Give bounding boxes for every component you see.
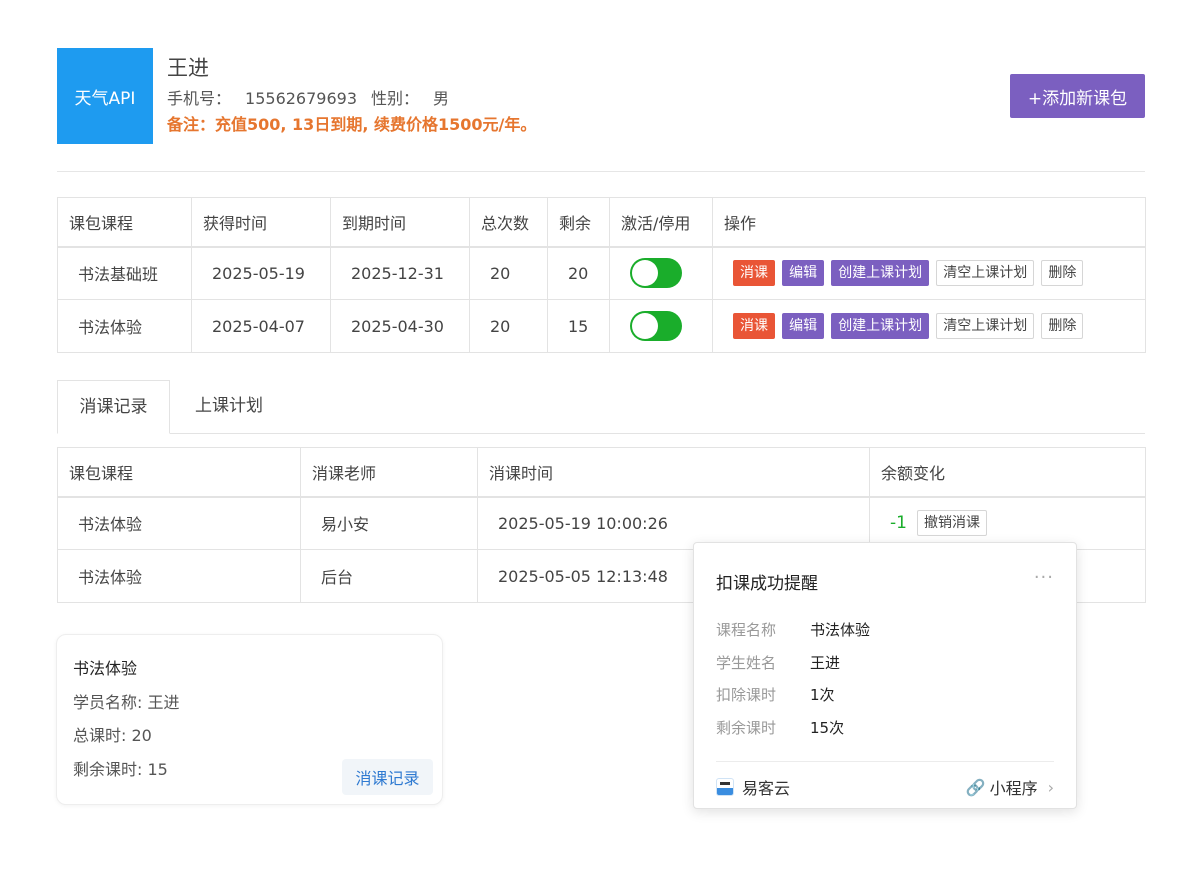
popup-key: 课程名称 bbox=[716, 621, 777, 639]
phone-value: 15562679693 bbox=[245, 89, 358, 108]
phone-label: 手机号 bbox=[167, 89, 216, 108]
cell-course: 书法基础班 bbox=[57, 246, 192, 300]
cell-actions: 消课 编辑 创建上课计划 清空上课计划 删除 bbox=[712, 246, 1146, 300]
cell-remaining: 20 bbox=[547, 246, 610, 300]
header-divider bbox=[57, 171, 1145, 172]
col-actions: 操作 bbox=[712, 197, 1146, 248]
toggle-knob bbox=[632, 260, 658, 287]
popup-row: 课程名称 书法体验 bbox=[716, 619, 870, 640]
cell-toggle bbox=[609, 246, 713, 300]
cell-course: 书法体验 bbox=[57, 549, 301, 603]
table-row: 书法体验 2025-04-07 2025-04-30 20 15 消课 编辑 创… bbox=[57, 299, 1146, 353]
add-package-button[interactable]: +添加新课包 bbox=[1010, 74, 1145, 118]
card-title: 书法体验 bbox=[73, 659, 138, 678]
create-plan-button[interactable]: 创建上课计划 bbox=[831, 313, 930, 339]
popup-key: 扣除课时 bbox=[716, 686, 777, 704]
clear-plan-button[interactable]: 清空上课计划 bbox=[936, 313, 1035, 339]
card-records-button[interactable]: 消课记录 bbox=[342, 759, 433, 795]
tab-consume-records[interactable]: 消课记录 bbox=[57, 380, 170, 434]
table-row: 书法基础班 2025-05-19 2025-12-31 20 20 消课 编辑 … bbox=[57, 246, 1146, 300]
col-active: 激活/停用 bbox=[609, 197, 713, 248]
popup-row: 学生姓名 王进 bbox=[716, 652, 840, 673]
cell-obtained: 2025-05-19 bbox=[191, 246, 331, 300]
cell-remaining: 15 bbox=[547, 299, 610, 353]
course-summary-card: 书法体验 学员名称: 王进 总课时: 20 剩余课时: 15 消课记录 bbox=[56, 634, 443, 805]
delete-button[interactable]: 删除 bbox=[1041, 260, 1084, 287]
edit-button[interactable]: 编辑 bbox=[782, 313, 825, 339]
brand-name: 易客云 bbox=[742, 779, 791, 798]
balance-change: -1 bbox=[890, 513, 907, 534]
col-course: 课包课程 bbox=[57, 197, 192, 248]
col-remaining: 剩余 bbox=[547, 197, 610, 248]
popup-row: 剩余课时 15次 bbox=[716, 717, 844, 738]
card-remaining: 剩余课时: 15 bbox=[73, 760, 168, 779]
popup-value: 书法体验 bbox=[810, 621, 871, 639]
chevron-right-icon: › bbox=[1047, 777, 1054, 797]
mini-program-label: 小程序 bbox=[989, 779, 1038, 798]
popup-value: 1次 bbox=[810, 686, 835, 704]
popup-brand: 易客云 bbox=[716, 775, 790, 799]
popup-title: 扣课成功提醒 bbox=[716, 574, 818, 594]
package-table: 课包课程 获得时间 到期时间 总次数 剩余 激活/停用 操作 书法基础班 202… bbox=[57, 197, 1146, 353]
phone-field: 手机号： 15562679693 bbox=[167, 89, 358, 108]
col-change: 余额变化 bbox=[869, 447, 1146, 498]
clear-plan-button[interactable]: 清空上课计划 bbox=[936, 260, 1035, 287]
consume-button[interactable]: 消课 bbox=[733, 260, 775, 287]
cell-course: 书法体验 bbox=[57, 496, 301, 550]
student-note: 备注：充值500, 13日到期, 续费价格1500元/年。 bbox=[167, 115, 537, 134]
popup-value: 王进 bbox=[810, 654, 841, 672]
record-table-header: 课包课程 消课老师 消课时间 余额变化 bbox=[57, 447, 1146, 498]
col-teacher: 消课老师 bbox=[300, 447, 478, 498]
link-icon: 🔗 bbox=[965, 777, 986, 797]
popup-key: 学生姓名 bbox=[716, 654, 777, 672]
more-icon[interactable]: ··· bbox=[1034, 567, 1054, 588]
student-name: 王进 bbox=[167, 56, 209, 80]
brand-logo-icon bbox=[716, 778, 734, 796]
col-obtained: 获得时间 bbox=[191, 197, 331, 248]
col-expires: 到期时间 bbox=[330, 197, 470, 248]
gender-field: 性别：男 bbox=[371, 89, 450, 108]
cell-actions: 消课 编辑 创建上课计划 清空上课计划 删除 bbox=[712, 299, 1146, 353]
active-toggle[interactable] bbox=[630, 258, 682, 289]
col-course: 课包课程 bbox=[57, 447, 301, 498]
tab-class-plan[interactable]: 上课计划 bbox=[170, 380, 288, 434]
cell-toggle bbox=[609, 299, 713, 353]
create-plan-button[interactable]: 创建上课计划 bbox=[831, 260, 930, 287]
cell-total: 20 bbox=[469, 246, 548, 300]
consume-button[interactable]: 消课 bbox=[733, 313, 775, 339]
card-student: 学员名称: 王进 bbox=[73, 693, 180, 712]
delete-button[interactable]: 删除 bbox=[1041, 313, 1084, 339]
col-time: 消课时间 bbox=[477, 447, 870, 498]
cell-teacher: 易小安 bbox=[300, 496, 478, 550]
cell-obtained: 2025-04-07 bbox=[191, 299, 331, 353]
deduction-notification: 扣课成功提醒 ··· 课程名称 书法体验 学生姓名 王进 扣除课时 1次 剩余课时 15… bbox=[693, 542, 1077, 809]
cell-total: 20 bbox=[469, 299, 548, 353]
edit-button[interactable]: 编辑 bbox=[782, 260, 825, 287]
avatar-text: 天气API bbox=[74, 88, 136, 109]
popup-row: 扣除课时 1次 bbox=[716, 684, 835, 705]
avatar: 天气API bbox=[57, 48, 153, 144]
cell-course: 书法体验 bbox=[57, 299, 192, 353]
mini-program-link[interactable]: 🔗 小程序 › bbox=[966, 775, 1054, 799]
gender-label: 性别 bbox=[371, 89, 404, 108]
popup-value: 15次 bbox=[810, 719, 845, 737]
card-total: 总课时: 20 bbox=[73, 726, 152, 745]
cell-expires: 2025-12-31 bbox=[330, 246, 470, 300]
col-total: 总次数 bbox=[469, 197, 548, 248]
active-toggle[interactable] bbox=[630, 311, 682, 341]
toggle-knob bbox=[632, 313, 658, 339]
student-info: 手机号： 15562679693 性别：男 bbox=[167, 85, 449, 109]
record-tabs: 消课记录 上课计划 bbox=[57, 380, 1145, 434]
gender-value: 男 bbox=[433, 89, 450, 108]
cell-expires: 2025-04-30 bbox=[330, 299, 470, 353]
revoke-button[interactable]: 撤销消课 bbox=[916, 510, 987, 537]
package-table-header: 课包课程 获得时间 到期时间 总次数 剩余 激活/停用 操作 bbox=[57, 197, 1146, 248]
cell-teacher: 后台 bbox=[300, 549, 478, 603]
popup-divider bbox=[716, 761, 1054, 762]
popup-key: 剩余课时 bbox=[716, 719, 777, 737]
